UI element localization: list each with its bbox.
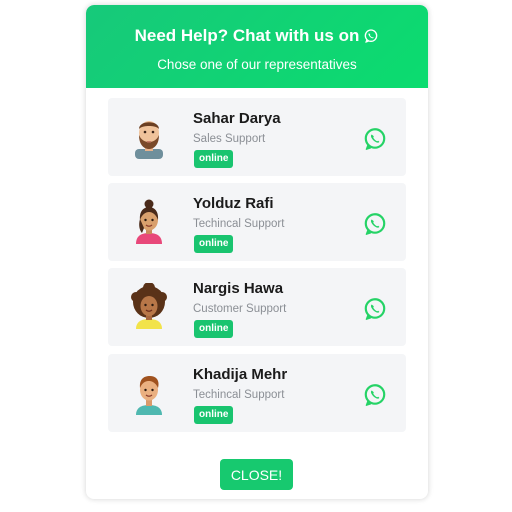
agent-card[interactable]: Khadija Mehr Techincal Support online: [108, 354, 406, 432]
header-subtitle: Chose one of our representatives: [157, 57, 357, 72]
status-badge: online: [194, 150, 234, 168]
agent-name: Nargis Hawa: [193, 280, 284, 297]
whatsapp-icon[interactable]: [362, 296, 388, 322]
agent-card[interactable]: Sahar Darya Sales Support online: [108, 98, 406, 176]
chat-widget: Need Help? Chat with us on Chose one of …: [86, 5, 428, 499]
woman-bun-avatar: [136, 199, 162, 244]
agent-role: Customer Support: [193, 303, 287, 315]
agent-card[interactable]: Yolduz Rafi Techincal Support online: [108, 183, 406, 261]
agent-role: Sales Support: [193, 133, 266, 145]
widget-header: Need Help? Chat with us on Chose one of …: [86, 5, 428, 88]
agent-name: Khadija Mehr: [193, 366, 288, 383]
whatsapp-icon[interactable]: [362, 382, 388, 408]
close-button[interactable]: CLOSE!: [220, 459, 293, 490]
whatsapp-icon[interactable]: [362, 211, 388, 237]
header-title-text: Need Help? Chat with us on: [134, 26, 360, 45]
bearded-man-avatar: [135, 121, 163, 159]
agent-role: Techincal Support: [193, 389, 285, 401]
agent-role: Techincal Support: [193, 218, 285, 230]
status-badge: online: [194, 406, 234, 424]
header-title: Need Help? Chat with us on: [86, 25, 428, 47]
status-badge: online: [194, 320, 234, 338]
agent-name: Sahar Darya: [193, 110, 281, 127]
agent-card[interactable]: Nargis Hawa Customer Support online: [108, 268, 406, 346]
whatsapp-icon[interactable]: [362, 126, 388, 152]
young-man-avatar: [136, 376, 162, 415]
status-badge: online: [194, 235, 234, 253]
whatsapp-icon: [365, 29, 378, 43]
agent-name: Yolduz Rafi: [193, 195, 274, 212]
curly-hair-woman-avatar: [131, 283, 167, 329]
